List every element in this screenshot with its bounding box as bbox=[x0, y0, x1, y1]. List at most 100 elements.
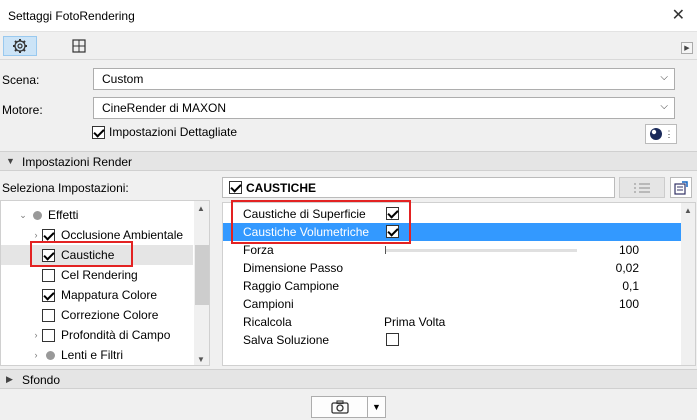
prop-row-volumetric-caustics[interactable]: Caustiche Volumetriche bbox=[223, 223, 681, 241]
tree-scrollbar-thumb[interactable] bbox=[195, 245, 209, 305]
prop-name: Campioni bbox=[243, 297, 294, 311]
effect-header: CAUSTICHE bbox=[222, 177, 615, 198]
settings-tree: ⌄ Effetti › Occlusione Ambientale Causti… bbox=[0, 200, 210, 366]
chevron-down-icon[interactable]: ⌄ bbox=[17, 210, 29, 221]
tree-item-label: Occlusione Ambientale bbox=[61, 228, 184, 242]
triangle-down-icon: ▼ bbox=[6, 156, 15, 166]
chevron-down-icon: ▼ bbox=[372, 402, 381, 412]
chevron-right-icon[interactable]: › bbox=[30, 350, 42, 360]
tab-settings[interactable] bbox=[3, 36, 37, 56]
prop-row-step-size[interactable]: Dimensione Passo 0,02 bbox=[223, 259, 681, 277]
scene-dropdown[interactable]: Custom ⌵ bbox=[93, 68, 675, 90]
prop-name: Ricalcola bbox=[243, 315, 292, 329]
detailed-settings-row: Impostazioni Dettagliate bbox=[92, 125, 237, 139]
tree-item-checkbox[interactable] bbox=[42, 308, 55, 322]
select-settings-label: Seleziona Impostazioni: bbox=[2, 181, 129, 195]
scroll-up-icon[interactable]: ▲ bbox=[684, 206, 692, 215]
close-icon[interactable]: ✕ bbox=[672, 5, 685, 25]
background-label: Sfondo bbox=[22, 373, 61, 387]
cinema4d-logo-icon bbox=[649, 128, 662, 140]
group-dot-icon bbox=[46, 350, 55, 360]
tree-item-checkbox[interactable] bbox=[42, 288, 55, 302]
effect-enabled-checkbox[interactable] bbox=[229, 181, 242, 194]
tree-item-checkbox[interactable] bbox=[42, 328, 55, 342]
detailed-settings-label: Impostazioni Dettagliate bbox=[109, 125, 238, 139]
strength-slider[interactable] bbox=[385, 246, 577, 254]
prop-name: Caustiche di Superficie bbox=[243, 207, 366, 221]
window-title: Settaggi FotoRendering bbox=[8, 9, 135, 23]
group-dot-icon bbox=[33, 210, 42, 220]
triangle-right-icon: ▶ bbox=[6, 374, 13, 384]
tree-item-label: Mappatura Colore bbox=[61, 288, 158, 302]
prop-name: Salva Soluzione bbox=[243, 333, 330, 347]
prop-name: Dimensione Passo bbox=[243, 261, 344, 275]
prop-value[interactable]: 0,02 bbox=[616, 261, 639, 275]
render-settings-header[interactable]: ▼ Impostazioni Render bbox=[0, 151, 697, 171]
scene-label: Scena: bbox=[2, 73, 40, 87]
tree-item-lens-filters[interactable]: › Lenti e Filtri bbox=[1, 345, 193, 365]
tab-bar: ▶ bbox=[0, 32, 697, 60]
prop-row-save-solution[interactable]: Salva Soluzione bbox=[223, 331, 681, 349]
export-icon bbox=[674, 180, 688, 195]
list-icon bbox=[634, 182, 650, 193]
prop-row-strength[interactable]: Forza 100 bbox=[223, 241, 681, 259]
tree-item-checkbox[interactable] bbox=[42, 228, 55, 242]
background-header[interactable]: ▶ Sfondo bbox=[0, 369, 697, 389]
tab-size[interactable] bbox=[62, 36, 96, 56]
title-bar: Settaggi FotoRendering ✕ bbox=[0, 0, 697, 32]
chevron-right-icon[interactable]: › bbox=[30, 330, 42, 340]
prop-value[interactable]: 100 bbox=[619, 243, 639, 257]
scroll-down-icon[interactable]: ▼ bbox=[197, 355, 205, 364]
strength-slider-handle[interactable] bbox=[385, 246, 386, 254]
properties-panel: Caustiche di Superficie Caustiche Volume… bbox=[222, 202, 696, 366]
surface-caustics-checkbox[interactable] bbox=[386, 207, 399, 220]
render-split-button[interactable]: ▼ bbox=[311, 396, 386, 418]
prop-name: Caustiche Volumetriche bbox=[243, 225, 370, 239]
save-solution-checkbox[interactable] bbox=[386, 333, 399, 346]
engine-dropdown[interactable]: CineRender di MAXON ⌵ bbox=[93, 97, 675, 119]
prop-row-recalculate[interactable]: Ricalcola Prima Volta bbox=[223, 313, 681, 331]
prop-row-sample-radius[interactable]: Raggio Campione 0,1 bbox=[223, 277, 681, 295]
chevron-down-icon: ⌵ bbox=[660, 101, 668, 112]
engine-value: CineRender di MAXON bbox=[102, 101, 227, 115]
tree-item-cel-rendering[interactable]: Cel Rendering bbox=[1, 265, 193, 285]
tree-item-effects[interactable]: ⌄ Effetti bbox=[1, 205, 193, 225]
tree-item-label: Correzione Colore bbox=[61, 308, 159, 322]
tree-item-label: Caustiche bbox=[61, 248, 115, 262]
more-options-icon: ⋮ bbox=[664, 128, 674, 139]
prop-row-surface-caustics[interactable]: Caustiche di Superficie bbox=[223, 205, 681, 223]
properties-scrollbar[interactable]: ▲ bbox=[681, 203, 695, 365]
tree-item-label: Profondità di Campo bbox=[61, 328, 171, 342]
scroll-up-icon[interactable]: ▲ bbox=[197, 204, 205, 213]
tree-item-caustics[interactable]: Caustiche bbox=[1, 245, 193, 265]
chevron-down-icon: ⌵ bbox=[660, 72, 668, 83]
camera-icon bbox=[330, 400, 349, 414]
detailed-settings-checkbox[interactable] bbox=[92, 125, 105, 139]
tree-scrollbar[interactable]: ▲ ▼ bbox=[194, 201, 209, 365]
prop-value[interactable]: 0,1 bbox=[622, 279, 639, 293]
tree-item-checkbox[interactable] bbox=[42, 248, 55, 262]
cinerender-options-button[interactable]: ⋮ bbox=[645, 124, 677, 144]
tree-item-depth-of-field[interactable]: › Profondità di Campo bbox=[1, 325, 193, 345]
tree-item-label: Lenti e Filtri bbox=[61, 348, 124, 362]
tree-item-checkbox[interactable] bbox=[42, 268, 55, 282]
panel-scroll-right-button[interactable]: ▶ bbox=[681, 42, 693, 54]
render-dropdown-button[interactable]: ▼ bbox=[368, 397, 385, 417]
export-settings-button[interactable] bbox=[670, 177, 692, 198]
bottom-bar: ▼ bbox=[0, 390, 697, 420]
chevron-right-icon[interactable]: › bbox=[30, 230, 42, 240]
tree-item-label: Effetti bbox=[48, 208, 79, 222]
render-settings-label: Impostazioni Render bbox=[22, 155, 133, 169]
tree-item-color-correction[interactable]: Correzione Colore bbox=[1, 305, 193, 325]
tree-item-color-mapping[interactable]: Mappatura Colore bbox=[1, 285, 193, 305]
render-button[interactable] bbox=[312, 397, 368, 417]
prop-row-samples[interactable]: Campioni 100 bbox=[223, 295, 681, 313]
gear-icon bbox=[13, 39, 27, 53]
triangle-right-icon: ▶ bbox=[684, 45, 690, 52]
tree-item-label: Cel Rendering bbox=[61, 268, 138, 282]
prop-value[interactable]: Prima Volta bbox=[384, 315, 445, 329]
volumetric-caustics-checkbox[interactable] bbox=[386, 225, 399, 238]
tree-item-ambient-occlusion[interactable]: › Occlusione Ambientale bbox=[1, 225, 193, 245]
prop-value[interactable]: 100 bbox=[619, 297, 639, 311]
list-view-button[interactable] bbox=[619, 177, 665, 198]
